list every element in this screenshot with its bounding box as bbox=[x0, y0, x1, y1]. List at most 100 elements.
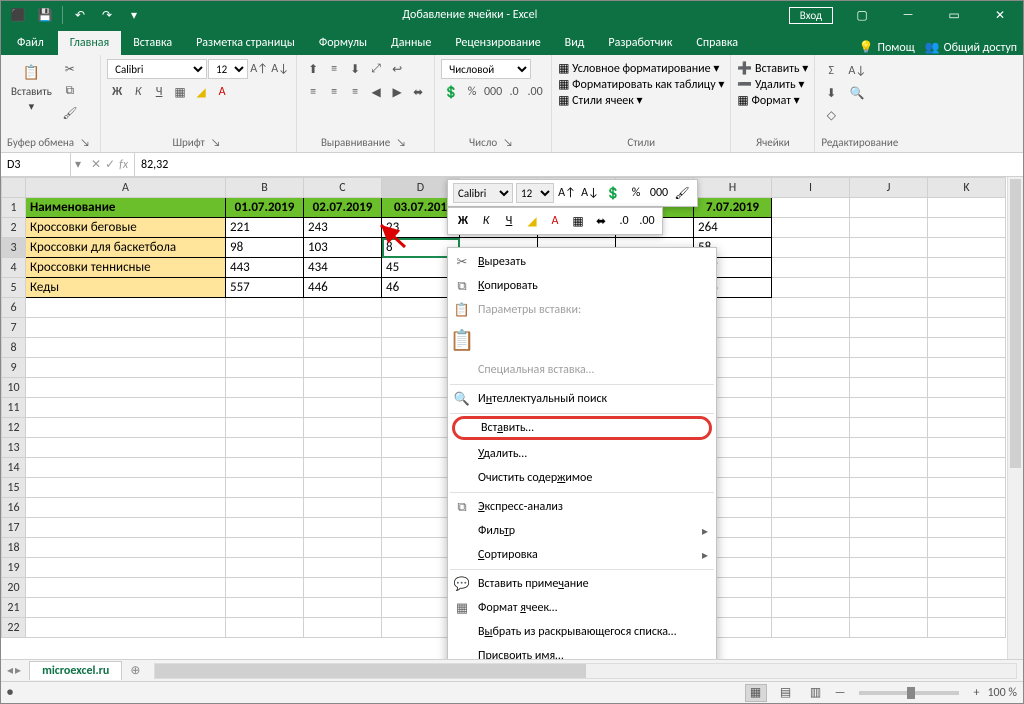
wrap-text-icon[interactable]: ↩ bbox=[387, 59, 407, 79]
sort-filter-icon[interactable]: A↓ bbox=[847, 61, 867, 81]
fx-icon[interactable]: fx bbox=[119, 158, 128, 172]
row-header[interactable]: 4 bbox=[2, 258, 26, 278]
mini-size-select[interactable]: 12 bbox=[516, 183, 554, 203]
row-header[interactable]: 15 bbox=[2, 478, 26, 498]
ribbon-display-icon[interactable]: ▢ bbox=[839, 1, 885, 29]
header-cell[interactable]: 7.07.2019 bbox=[694, 198, 772, 218]
row-header[interactable]: 6 bbox=[2, 298, 26, 318]
row-header[interactable]: 9 bbox=[2, 358, 26, 378]
ctx-clear[interactable]: Очистить содержимое bbox=[448, 466, 716, 490]
view-normal-icon[interactable]: ▦ bbox=[745, 684, 767, 702]
tab-review[interactable]: Рецензирование bbox=[443, 31, 552, 55]
cancel-formula-icon[interactable]: ✕ bbox=[91, 157, 101, 172]
merge-icon[interactable]: ⬌ bbox=[408, 82, 428, 102]
worksheet-grid[interactable]: ABCDHIJK1Наименование01.07.201902.07.201… bbox=[1, 177, 1023, 659]
autosave-toggle[interactable]: ⬛ bbox=[5, 3, 31, 27]
borders-icon[interactable]: ▦ bbox=[170, 82, 190, 102]
redo-icon[interactable]: ↷ bbox=[94, 3, 120, 27]
mini-dec-icon[interactable]: .0 bbox=[614, 211, 634, 231]
cut-icon[interactable]: ✂ bbox=[60, 59, 80, 79]
increase-decimal-icon[interactable]: .0 bbox=[504, 82, 524, 102]
increase-indent-icon[interactable]: ▶ bbox=[387, 82, 407, 102]
name-cell[interactable]: Кроссовки теннисные bbox=[26, 258, 226, 278]
mini-merge-icon[interactable]: ⬌ bbox=[591, 211, 611, 231]
zoom-slider[interactable] bbox=[859, 691, 959, 695]
align-middle-icon[interactable]: ≡ bbox=[324, 59, 344, 79]
font-size-select[interactable]: 12 bbox=[208, 59, 248, 79]
row-header[interactable]: 20 bbox=[2, 578, 26, 598]
col-header[interactable]: J bbox=[850, 178, 928, 198]
name-cell[interactable]: Кроссовки для баскетбола bbox=[26, 238, 226, 258]
row-header[interactable]: 8 bbox=[2, 338, 26, 358]
fill-color-icon[interactable]: ◢ bbox=[191, 82, 211, 102]
row-header[interactable]: 14 bbox=[2, 458, 26, 478]
underline-icon[interactable]: Ч bbox=[149, 82, 169, 102]
decrease-decimal-icon[interactable]: .00 bbox=[525, 82, 545, 102]
data-cell[interactable]: 98 bbox=[226, 238, 304, 258]
col-header[interactable]: H bbox=[694, 178, 772, 198]
mini-format-painter-icon[interactable]: 🖌 bbox=[672, 183, 692, 203]
sheet-nav-last-icon[interactable]: ▸ bbox=[15, 663, 21, 678]
share-button[interactable]: 👥 Общий доступ bbox=[925, 40, 1017, 55]
data-cell[interactable]: 264 bbox=[694, 218, 772, 238]
data-cell[interactable]: 243 bbox=[304, 218, 382, 238]
tab-view[interactable]: Вид bbox=[553, 31, 597, 55]
login-button[interactable]: Вход bbox=[789, 7, 833, 24]
cell-styles-button[interactable]: ▦ Стили ячеек ▾ bbox=[558, 93, 643, 108]
italic-icon[interactable]: К bbox=[128, 82, 148, 102]
zoom-in-icon[interactable]: + bbox=[973, 686, 979, 700]
clear-icon[interactable]: ◇ bbox=[821, 105, 841, 125]
mini-increase-font-icon[interactable]: A↑ bbox=[557, 183, 577, 203]
tab-help[interactable]: Справка bbox=[684, 31, 750, 55]
row-header[interactable]: 12 bbox=[2, 418, 26, 438]
qat-customize-icon[interactable]: ▾ bbox=[121, 3, 147, 27]
enter-formula-icon[interactable]: ✓ bbox=[105, 157, 115, 172]
row-header[interactable]: 13 bbox=[2, 438, 26, 458]
row-header[interactable]: 22 bbox=[2, 618, 26, 638]
tell-me[interactable]: 💡 Помощ bbox=[859, 40, 915, 55]
ctx-sort[interactable]: Сортировка▸ bbox=[448, 543, 716, 567]
align-left-icon[interactable]: ≡ bbox=[303, 82, 323, 102]
undo-icon[interactable]: ↶ bbox=[67, 3, 93, 27]
row-header[interactable]: 10 bbox=[2, 378, 26, 398]
mini-accounting-icon[interactable]: 💲 bbox=[603, 183, 623, 203]
paste-button[interactable]: 📋 Вставить ▾ bbox=[7, 59, 56, 115]
mini-italic-icon[interactable]: К bbox=[476, 211, 496, 231]
conditional-format-button[interactable]: ▦ Условное форматирование ▾ bbox=[558, 61, 719, 76]
row-header[interactable]: 3 bbox=[2, 238, 26, 258]
ctx-comment[interactable]: 💬Вставить примечание bbox=[448, 572, 716, 596]
font-name-select[interactable]: Calibri bbox=[107, 59, 207, 79]
tab-insert[interactable]: Вставка bbox=[121, 31, 184, 55]
tab-data[interactable]: Данные bbox=[379, 31, 443, 55]
align-top-icon[interactable]: ⬆ bbox=[303, 59, 323, 79]
ctx-smart-lookup[interactable]: 🔍Интеллектуальный поиск bbox=[448, 387, 716, 411]
copy-icon[interactable]: ⧉ bbox=[60, 81, 80, 101]
ctx-quick-analysis[interactable]: ⧉Экспресс-анализ bbox=[448, 495, 716, 519]
mini-underline-icon[interactable]: Ч bbox=[499, 211, 519, 231]
tab-file[interactable]: Файл bbox=[3, 31, 58, 55]
increase-font-icon[interactable]: A↑ bbox=[249, 59, 269, 79]
align-right-icon[interactable]: ≡ bbox=[345, 82, 365, 102]
data-cell[interactable]: 446 bbox=[304, 278, 382, 298]
col-header[interactable]: A bbox=[26, 178, 226, 198]
cells-insert-button[interactable]: ➕ Вставить ▾ bbox=[737, 61, 808, 76]
align-center-icon[interactable]: ≡ bbox=[324, 82, 344, 102]
number-format-select[interactable]: Числовой bbox=[441, 59, 531, 79]
zoom-level[interactable]: 100 % bbox=[987, 686, 1017, 700]
accounting-icon[interactable]: 💲 bbox=[441, 82, 461, 102]
row-header[interactable]: 17 bbox=[2, 518, 26, 538]
save-icon[interactable]: 💾 bbox=[32, 3, 58, 27]
tab-formulas[interactable]: Формулы bbox=[307, 31, 379, 55]
view-page-layout-icon[interactable]: ▤ bbox=[775, 684, 797, 702]
align-bottom-icon[interactable]: ⬇ bbox=[345, 59, 365, 79]
comma-icon[interactable]: 000 bbox=[483, 82, 503, 102]
format-painter-icon[interactable]: 🖌 bbox=[60, 103, 80, 123]
ctx-copy[interactable]: ⧉Копировать bbox=[448, 274, 716, 298]
tab-developer[interactable]: Разработчик bbox=[596, 31, 684, 55]
cells-format-button[interactable]: ▦ Формат ▾ bbox=[737, 93, 799, 108]
row-header[interactable]: 21 bbox=[2, 598, 26, 618]
header-cell[interactable]: Наименование bbox=[26, 198, 226, 218]
header-cell[interactable]: 02.07.2019 bbox=[304, 198, 382, 218]
col-header[interactable]: C bbox=[304, 178, 382, 198]
ctx-insert[interactable]: Вставить… bbox=[452, 416, 712, 440]
